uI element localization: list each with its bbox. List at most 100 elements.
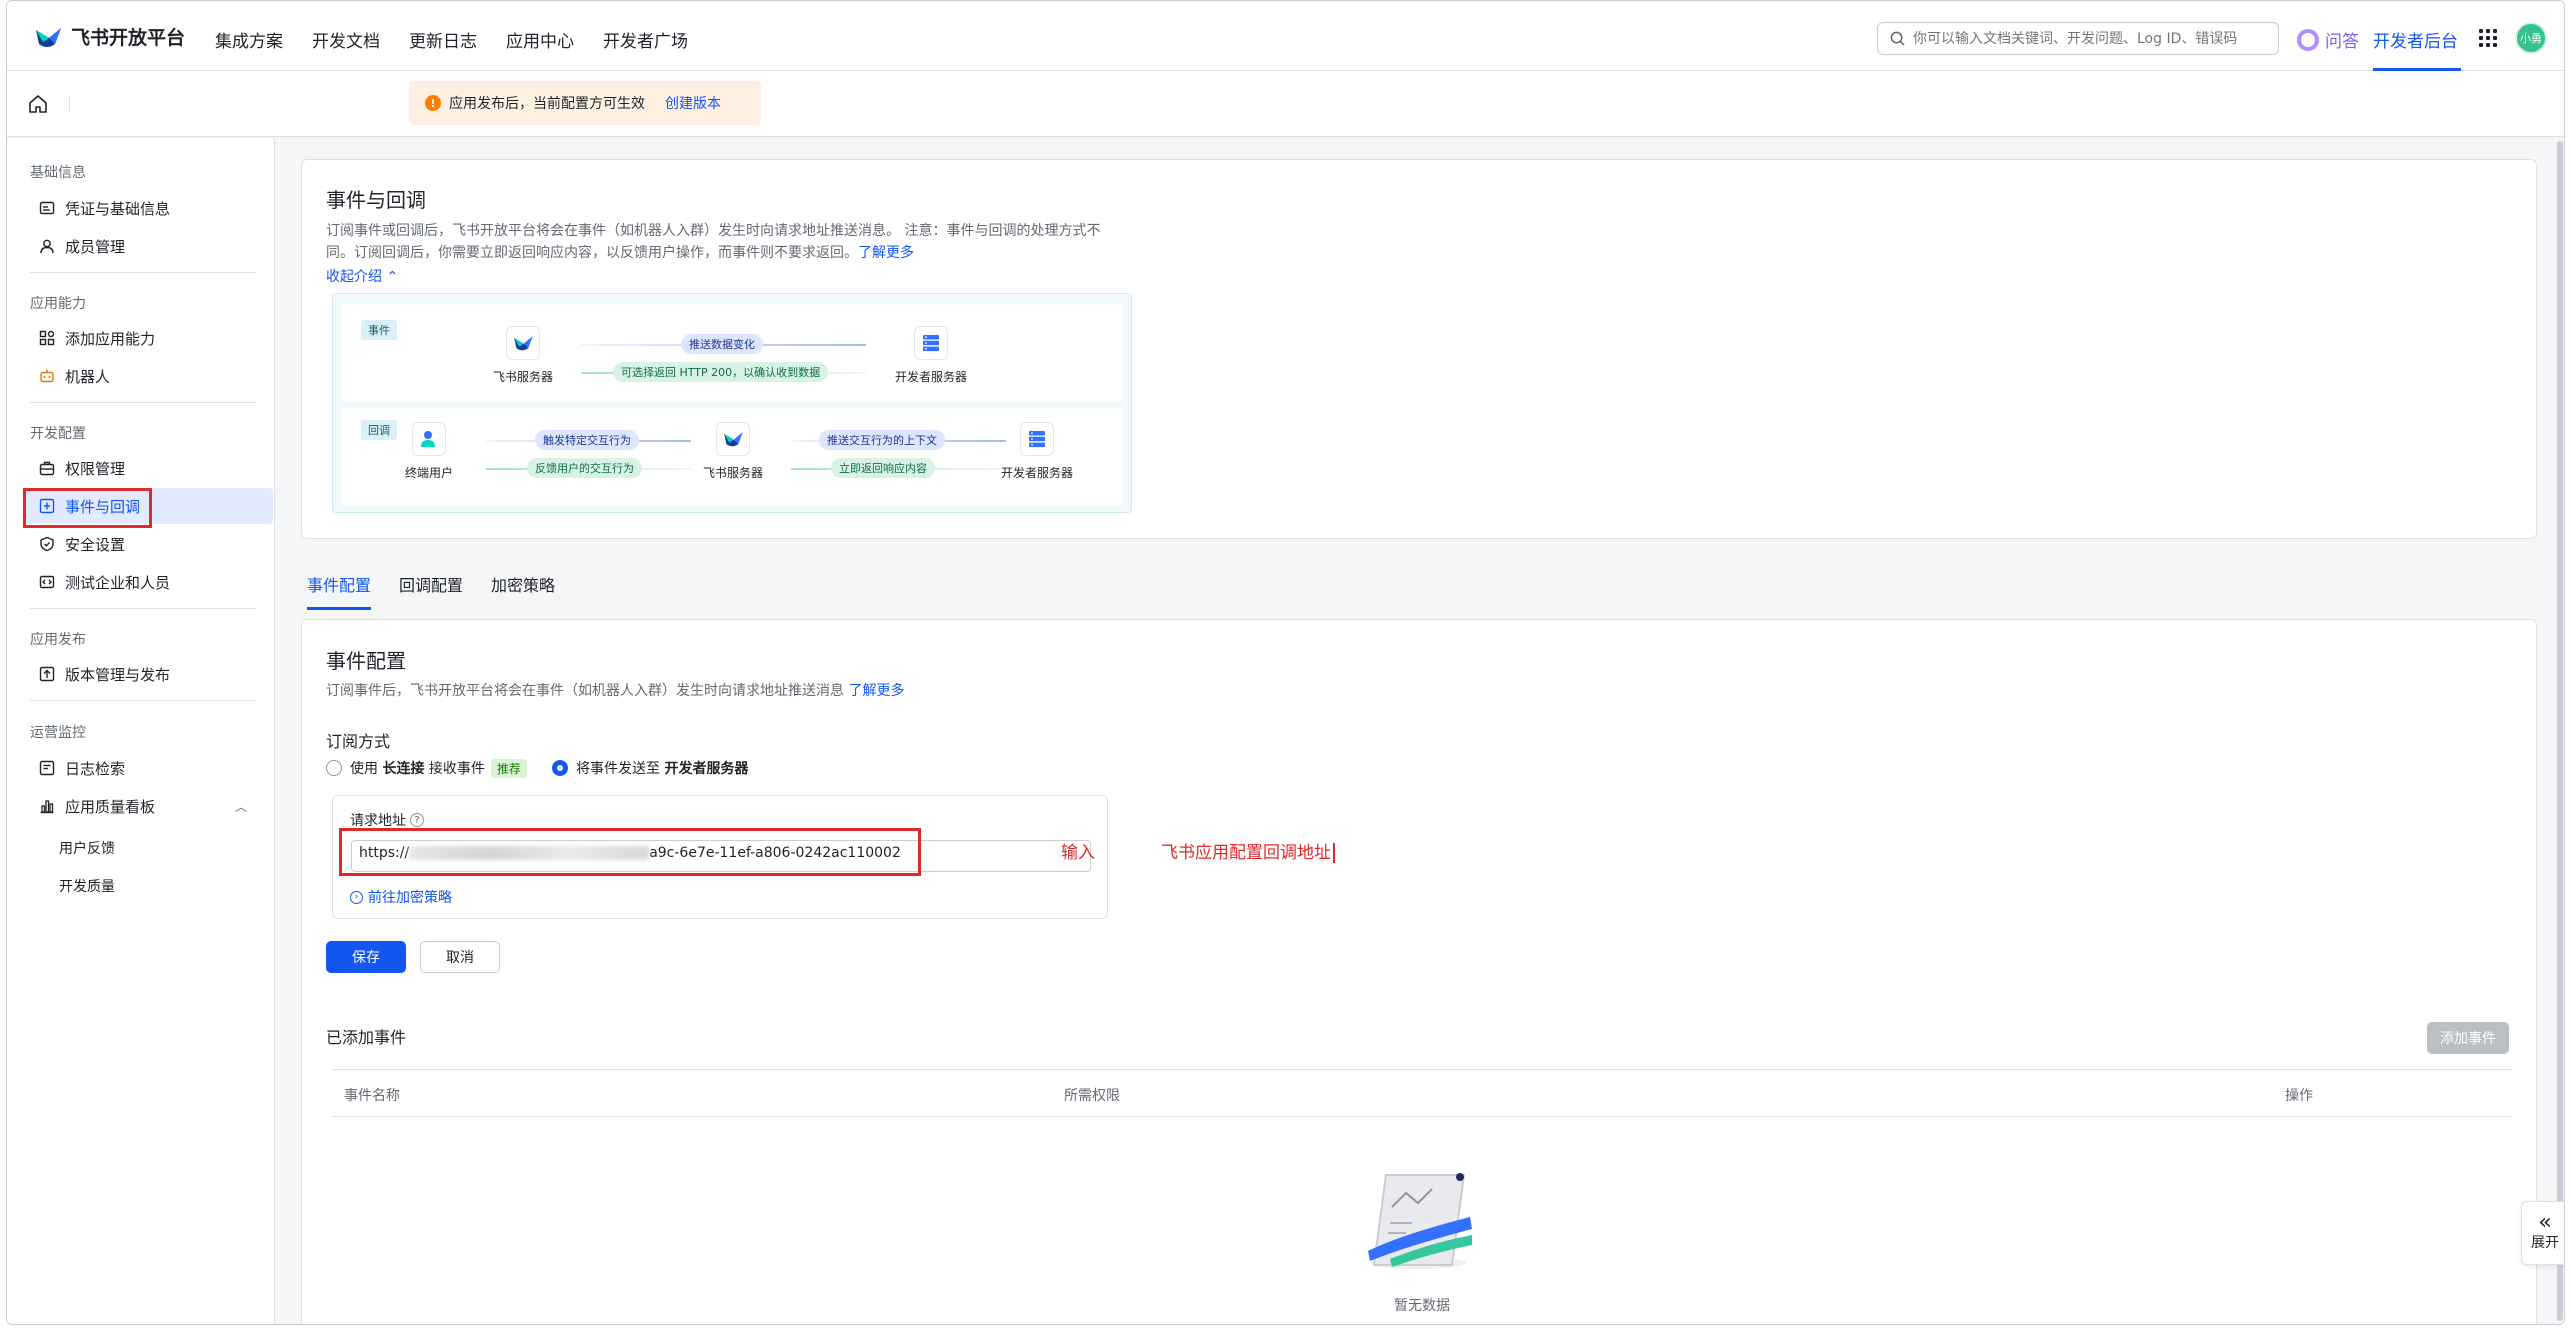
server-icon: [1020, 422, 1054, 456]
sidebar-group-monitoring: 运营监控: [30, 725, 86, 741]
annotation-input: 输入: [1061, 843, 1095, 863]
dev-server-node: 开发者服务器: [895, 326, 967, 385]
search-box[interactable]: [1877, 22, 2279, 55]
sidebar-item-security[interactable]: 安全设置: [23, 526, 273, 562]
help-icon[interactable]: ?: [410, 813, 424, 827]
optional-return-label: 可选择返回 HTTP 200，以确认收到数据: [613, 362, 829, 382]
intro-desc-line1: 订阅事件或回调后，飞书开放平台将会在事件（如机器人入群）发生时向请求地址推送消息…: [326, 223, 1101, 239]
feishu-logo-icon: [36, 27, 61, 47]
search-input[interactable]: [1913, 30, 2273, 47]
sidebar: 基础信息 凭证与基础信息 成员管理 应用能力 添加应用能力 机器人 开发配置 权…: [7, 138, 275, 1324]
sidebar-item-versions[interactable]: 版本管理与发布: [23, 656, 273, 692]
apps-grid-icon[interactable]: [2479, 29, 2497, 47]
sidebar-group-release: 应用发布: [30, 632, 86, 648]
recommended-badge: 推荐: [490, 758, 527, 778]
event-callback-diagram: 事件 飞书服务器 推送数据变化 可选择返回 HTTP 200，以确认收到数据 开…: [332, 293, 1132, 513]
qa-label: 问答: [2325, 32, 2359, 52]
home-icon[interactable]: [27, 93, 49, 115]
intro-desc-line2: 同。订阅回调后，你需要立即返回响应内容，以反馈用户操作，而事件则不要求返回。: [326, 245, 858, 261]
qa-icon: [2297, 28, 2319, 51]
avatar[interactable]: 小勇: [2515, 22, 2547, 54]
robot-icon: [39, 368, 55, 384]
dev-console-link[interactable]: 开发者后台: [2373, 27, 2458, 52]
learn-more-link[interactable]: 了解更多: [858, 245, 914, 261]
radio-checked[interactable]: [552, 760, 568, 776]
upload-icon: [39, 666, 55, 682]
sidebar-subitem-dev-quality[interactable]: 开发质量: [59, 876, 115, 896]
expand-label: 展开: [2531, 1235, 2559, 1251]
feishu-server-node: 飞书服务器: [703, 422, 763, 481]
callback-flow-row: 回调 终端用户 触发特定交互行为 反馈用户的交互行为 飞书服务器 推送交互行为的…: [341, 408, 1123, 506]
option-bold-text: 长连接: [382, 761, 425, 777]
qa-button[interactable]: 问答: [2297, 27, 2359, 52]
chevron-up-icon: ⌃: [386, 269, 399, 285]
save-button[interactable]: 保存: [326, 941, 406, 973]
shield-icon: [39, 536, 55, 552]
server-icon: [914, 326, 948, 360]
scrollbar-thumb[interactable]: [2557, 141, 2563, 1321]
sidebar-divider: [30, 272, 256, 273]
publish-notice: ! 应用发布后，当前配置方可生效 创建版本: [409, 81, 761, 125]
nav-item-changelog[interactable]: 更新日志: [409, 27, 477, 52]
create-version-link[interactable]: 创建版本: [665, 93, 721, 113]
expand-panel-button[interactable]: « 展开: [2521, 1201, 2564, 1265]
sidebar-item-add-ability[interactable]: 添加应用能力: [23, 320, 273, 356]
sidebar-item-label: 机器人: [65, 367, 111, 386]
chevron-up-icon[interactable]: ︿: [235, 798, 247, 815]
sidebar-item-label: 添加应用能力: [65, 329, 156, 348]
sidebar-item-permissions[interactable]: 权限管理: [23, 450, 273, 486]
app-frame: 飞书开放平台 集成方案 开发文档 更新日志 应用中心 开发者广场 问答 开发者后…: [6, 0, 2565, 1325]
sidebar-item-log-search[interactable]: 日志检索: [23, 750, 273, 786]
collapse-label: 收起介绍: [326, 269, 382, 285]
bar-chart-icon: [39, 798, 55, 814]
logo[interactable]: 飞书开放平台: [33, 23, 185, 50]
sidebar-item-label: 测试企业和人员: [65, 573, 171, 592]
add-event-button[interactable]: 添加事件: [2427, 1022, 2509, 1054]
radio-unchecked[interactable]: [326, 760, 342, 776]
sidebar-item-label: 安全设置: [65, 535, 126, 554]
feishu-server-node: 飞书服务器: [493, 326, 553, 385]
subscribe-mode-label: 订阅方式: [326, 732, 391, 751]
subscribe-option-long-connection[interactable]: 使用 长连接 接收事件 推荐: [326, 758, 527, 778]
user-icon: [412, 422, 446, 456]
feishu-logo-icon: [716, 422, 750, 456]
nav-item-app-center[interactable]: 应用中心: [506, 27, 574, 52]
tab-encryption[interactable]: 加密策略: [491, 572, 555, 610]
tab-event-config[interactable]: 事件配置: [307, 572, 372, 610]
learn-more-link[interactable]: 了解更多: [848, 683, 904, 699]
option-text: 接收事件: [428, 761, 485, 777]
nav-item-docs[interactable]: 开发文档: [312, 27, 380, 52]
event-config-desc-text: 订阅事件后，飞书开放平台将会在事件（如机器人入群）发生时向请求地址推送消息: [326, 683, 844, 699]
end-user-node: 终端用户: [405, 422, 453, 481]
sidebar-item-test-org[interactable]: 测试企业和人员: [23, 564, 273, 600]
user-icon: [39, 238, 55, 254]
sidebar-item-bot[interactable]: 机器人: [23, 358, 273, 394]
grid-plus-icon: [39, 330, 55, 346]
return-immediately-label: 立即返回响应内容: [831, 458, 935, 478]
sidebar-item-quality-board[interactable]: 应用质量看板 ︿: [23, 788, 273, 824]
sidebar-item-credentials[interactable]: 凭证与基础信息: [23, 190, 273, 226]
events-table-header: 事件名称 所需权限 操作: [332, 1069, 2512, 1117]
warning-icon: !: [425, 95, 441, 111]
dev-server-node: 开发者服务器: [1001, 422, 1073, 481]
code-box-icon: [39, 574, 55, 590]
cancel-button[interactable]: 取消: [420, 941, 500, 973]
collapse-intro-button[interactable]: 收起介绍 ⌃: [326, 266, 398, 288]
nav-item-dev-square[interactable]: 开发者广场: [603, 27, 688, 52]
go-encryption-link[interactable]: › 前往加密策略: [350, 887, 452, 907]
search-icon: [1890, 31, 1905, 46]
text-cursor: [1333, 843, 1335, 863]
node-label: 开发者服务器: [895, 370, 968, 384]
sidebar-subitem-feedback[interactable]: 用户反馈: [59, 838, 115, 858]
nav-item-solutions[interactable]: 集成方案: [215, 27, 283, 52]
option-text: 使用: [350, 761, 378, 777]
node-label: 终端用户: [405, 466, 454, 480]
sidebar-item-label: 应用质量看板: [65, 797, 156, 816]
nav-menu: 集成方案 开发文档 更新日志 应用中心 开发者广场: [215, 27, 717, 52]
sidebar-item-members[interactable]: 成员管理: [23, 228, 273, 264]
added-events-title: 已添加事件: [326, 1028, 407, 1047]
option-bold-text: 开发者服务器: [664, 761, 749, 777]
tab-callback-config[interactable]: 回调配置: [399, 572, 463, 610]
subscribe-option-dev-server[interactable]: 将事件发送至 开发者服务器: [552, 758, 748, 778]
column-actions: 操作: [2285, 1088, 2313, 1104]
